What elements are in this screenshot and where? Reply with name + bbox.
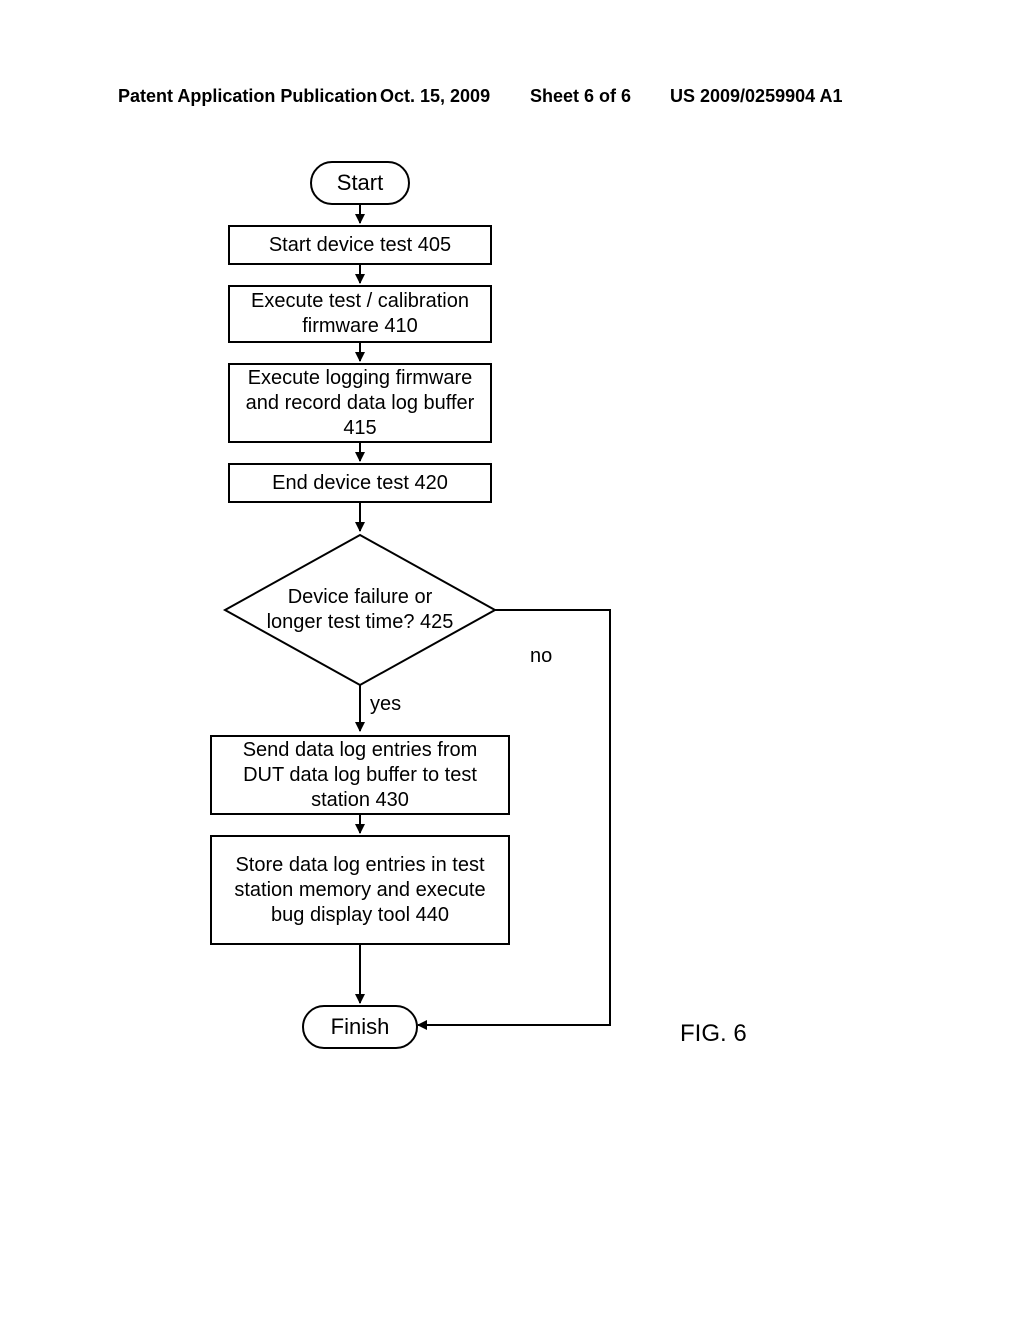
decision-425-label: Device failure or longer test time? 425 bbox=[265, 585, 455, 635]
process-405-label: Start device test 405 bbox=[269, 233, 451, 258]
process-410-label: Execute test / calibration firmware 410 bbox=[238, 289, 482, 339]
process-430-label: Send data log entries from DUT data log … bbox=[220, 738, 500, 813]
decision-425: Device failure or longer test time? 425 bbox=[225, 535, 495, 685]
terminator-finish: Finish bbox=[302, 1005, 418, 1049]
process-415-label: Execute logging firmware and record data… bbox=[238, 366, 482, 441]
branch-no-label: no bbox=[530, 645, 552, 668]
terminator-finish-label: Finish bbox=[331, 1013, 390, 1041]
process-405: Start device test 405 bbox=[228, 225, 492, 265]
process-420-label: End device test 420 bbox=[272, 471, 448, 496]
header-docnum: US 2009/0259904 A1 bbox=[670, 86, 842, 107]
header-date: Oct. 15, 2009 bbox=[380, 86, 490, 107]
process-420: End device test 420 bbox=[228, 463, 492, 503]
page: Patent Application Publication Oct. 15, … bbox=[0, 0, 1024, 1320]
terminator-start-label: Start bbox=[337, 169, 383, 197]
process-440: Store data log entries in test station m… bbox=[210, 835, 510, 945]
branch-yes-label: yes bbox=[370, 693, 401, 716]
header-sheet: Sheet 6 of 6 bbox=[530, 86, 631, 107]
process-415: Execute logging firmware and record data… bbox=[228, 363, 492, 443]
process-410: Execute test / calibration firmware 410 bbox=[228, 285, 492, 343]
process-430: Send data log entries from DUT data log … bbox=[210, 735, 510, 815]
header-publication: Patent Application Publication bbox=[118, 86, 377, 107]
flowchart: Start Start device test 405 Execute test… bbox=[200, 155, 640, 1155]
process-440-label: Store data log entries in test station m… bbox=[220, 853, 500, 928]
terminator-start: Start bbox=[310, 161, 410, 205]
figure-label: FIG. 6 bbox=[680, 1020, 747, 1048]
